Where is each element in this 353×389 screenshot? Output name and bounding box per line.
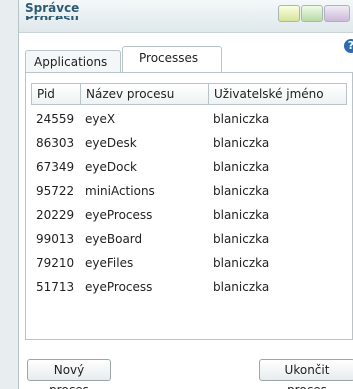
minimize-button[interactable]: [278, 5, 300, 22]
window-title: Správce: [25, 1, 80, 15]
cell-username: blaniczka: [213, 136, 270, 150]
table-row[interactable]: 79210 eyeFiles blaniczka: [31, 251, 347, 275]
table-header: Pid Název procesu Uživatelské jméno: [31, 83, 347, 105]
table-row[interactable]: 51713 eyeProcess blaniczka: [31, 275, 347, 299]
cell-username: blaniczka: [213, 184, 270, 198]
cell-process-name: eyeProcess: [85, 280, 153, 294]
cell-pid: 79210: [36, 256, 75, 270]
cell-pid: 95722: [36, 184, 75, 198]
cell-username: blaniczka: [213, 160, 270, 174]
table-row[interactable]: 20229 eyeProcess blaniczka: [31, 203, 347, 227]
cell-process-name: eyeFiles: [85, 256, 134, 270]
cell-process-name: eyeDock: [85, 160, 137, 174]
cell-process-name: eyeDesk: [85, 136, 137, 150]
cell-username: blaniczka: [213, 232, 270, 246]
table-row[interactable]: 86303 eyeDesk blaniczka: [31, 131, 347, 155]
cell-username: blaniczka: [213, 112, 270, 126]
cell-pid: 86303: [36, 136, 75, 150]
table-row[interactable]: 24559 eyeX blaniczka: [31, 107, 347, 131]
column-header-process-name[interactable]: Název procesu: [81, 84, 209, 104]
table-row[interactable]: 67349 eyeDock blaniczka: [31, 155, 347, 179]
tab-applications[interactable]: Applications: [25, 50, 121, 72]
cell-pid: 20229: [36, 208, 75, 222]
maximize-button[interactable]: [301, 5, 323, 22]
cell-process-name: miniActions: [85, 184, 155, 198]
close-button[interactable]: [324, 5, 350, 22]
table-row[interactable]: 99013 eyeBoard blaniczka: [31, 227, 347, 251]
column-header-username[interactable]: Uživatelské jméno: [209, 84, 346, 104]
cell-pid: 24559: [36, 112, 75, 126]
column-header-pid[interactable]: Pid: [32, 84, 81, 104]
end-process-button[interactable]: Ukončit proces: [259, 359, 353, 389]
cell-username: blaniczka: [213, 208, 270, 222]
cell-pid: 51713: [36, 280, 75, 294]
cell-pid: 99013: [36, 232, 75, 246]
table-row[interactable]: 95722 miniActions blaniczka: [31, 179, 347, 203]
cell-username: blaniczka: [213, 280, 270, 294]
processes-panel: Pid Název procesu Uživatelské jméno 2455…: [25, 72, 353, 340]
title-bar[interactable]: Správce Procesů: [19, 0, 353, 33]
cell-username: blaniczka: [213, 256, 270, 270]
tab-processes[interactable]: Processes: [122, 46, 222, 72]
task-manager-window: Správce Procesů ? Applications Processes…: [18, 0, 353, 389]
cell-process-name: eyeBoard: [85, 232, 143, 246]
tab-bar: Applications Processes: [25, 46, 353, 72]
cell-process-name: eyeX: [85, 112, 116, 126]
process-list: 24559 eyeX blaniczka 86303 eyeDesk blani…: [31, 107, 347, 299]
window-title-overflow: Procesů: [25, 16, 85, 20]
cell-pid: 67349: [36, 160, 75, 174]
new-process-button[interactable]: Nový proces: [27, 359, 111, 389]
cell-process-name: eyeProcess: [85, 208, 153, 222]
